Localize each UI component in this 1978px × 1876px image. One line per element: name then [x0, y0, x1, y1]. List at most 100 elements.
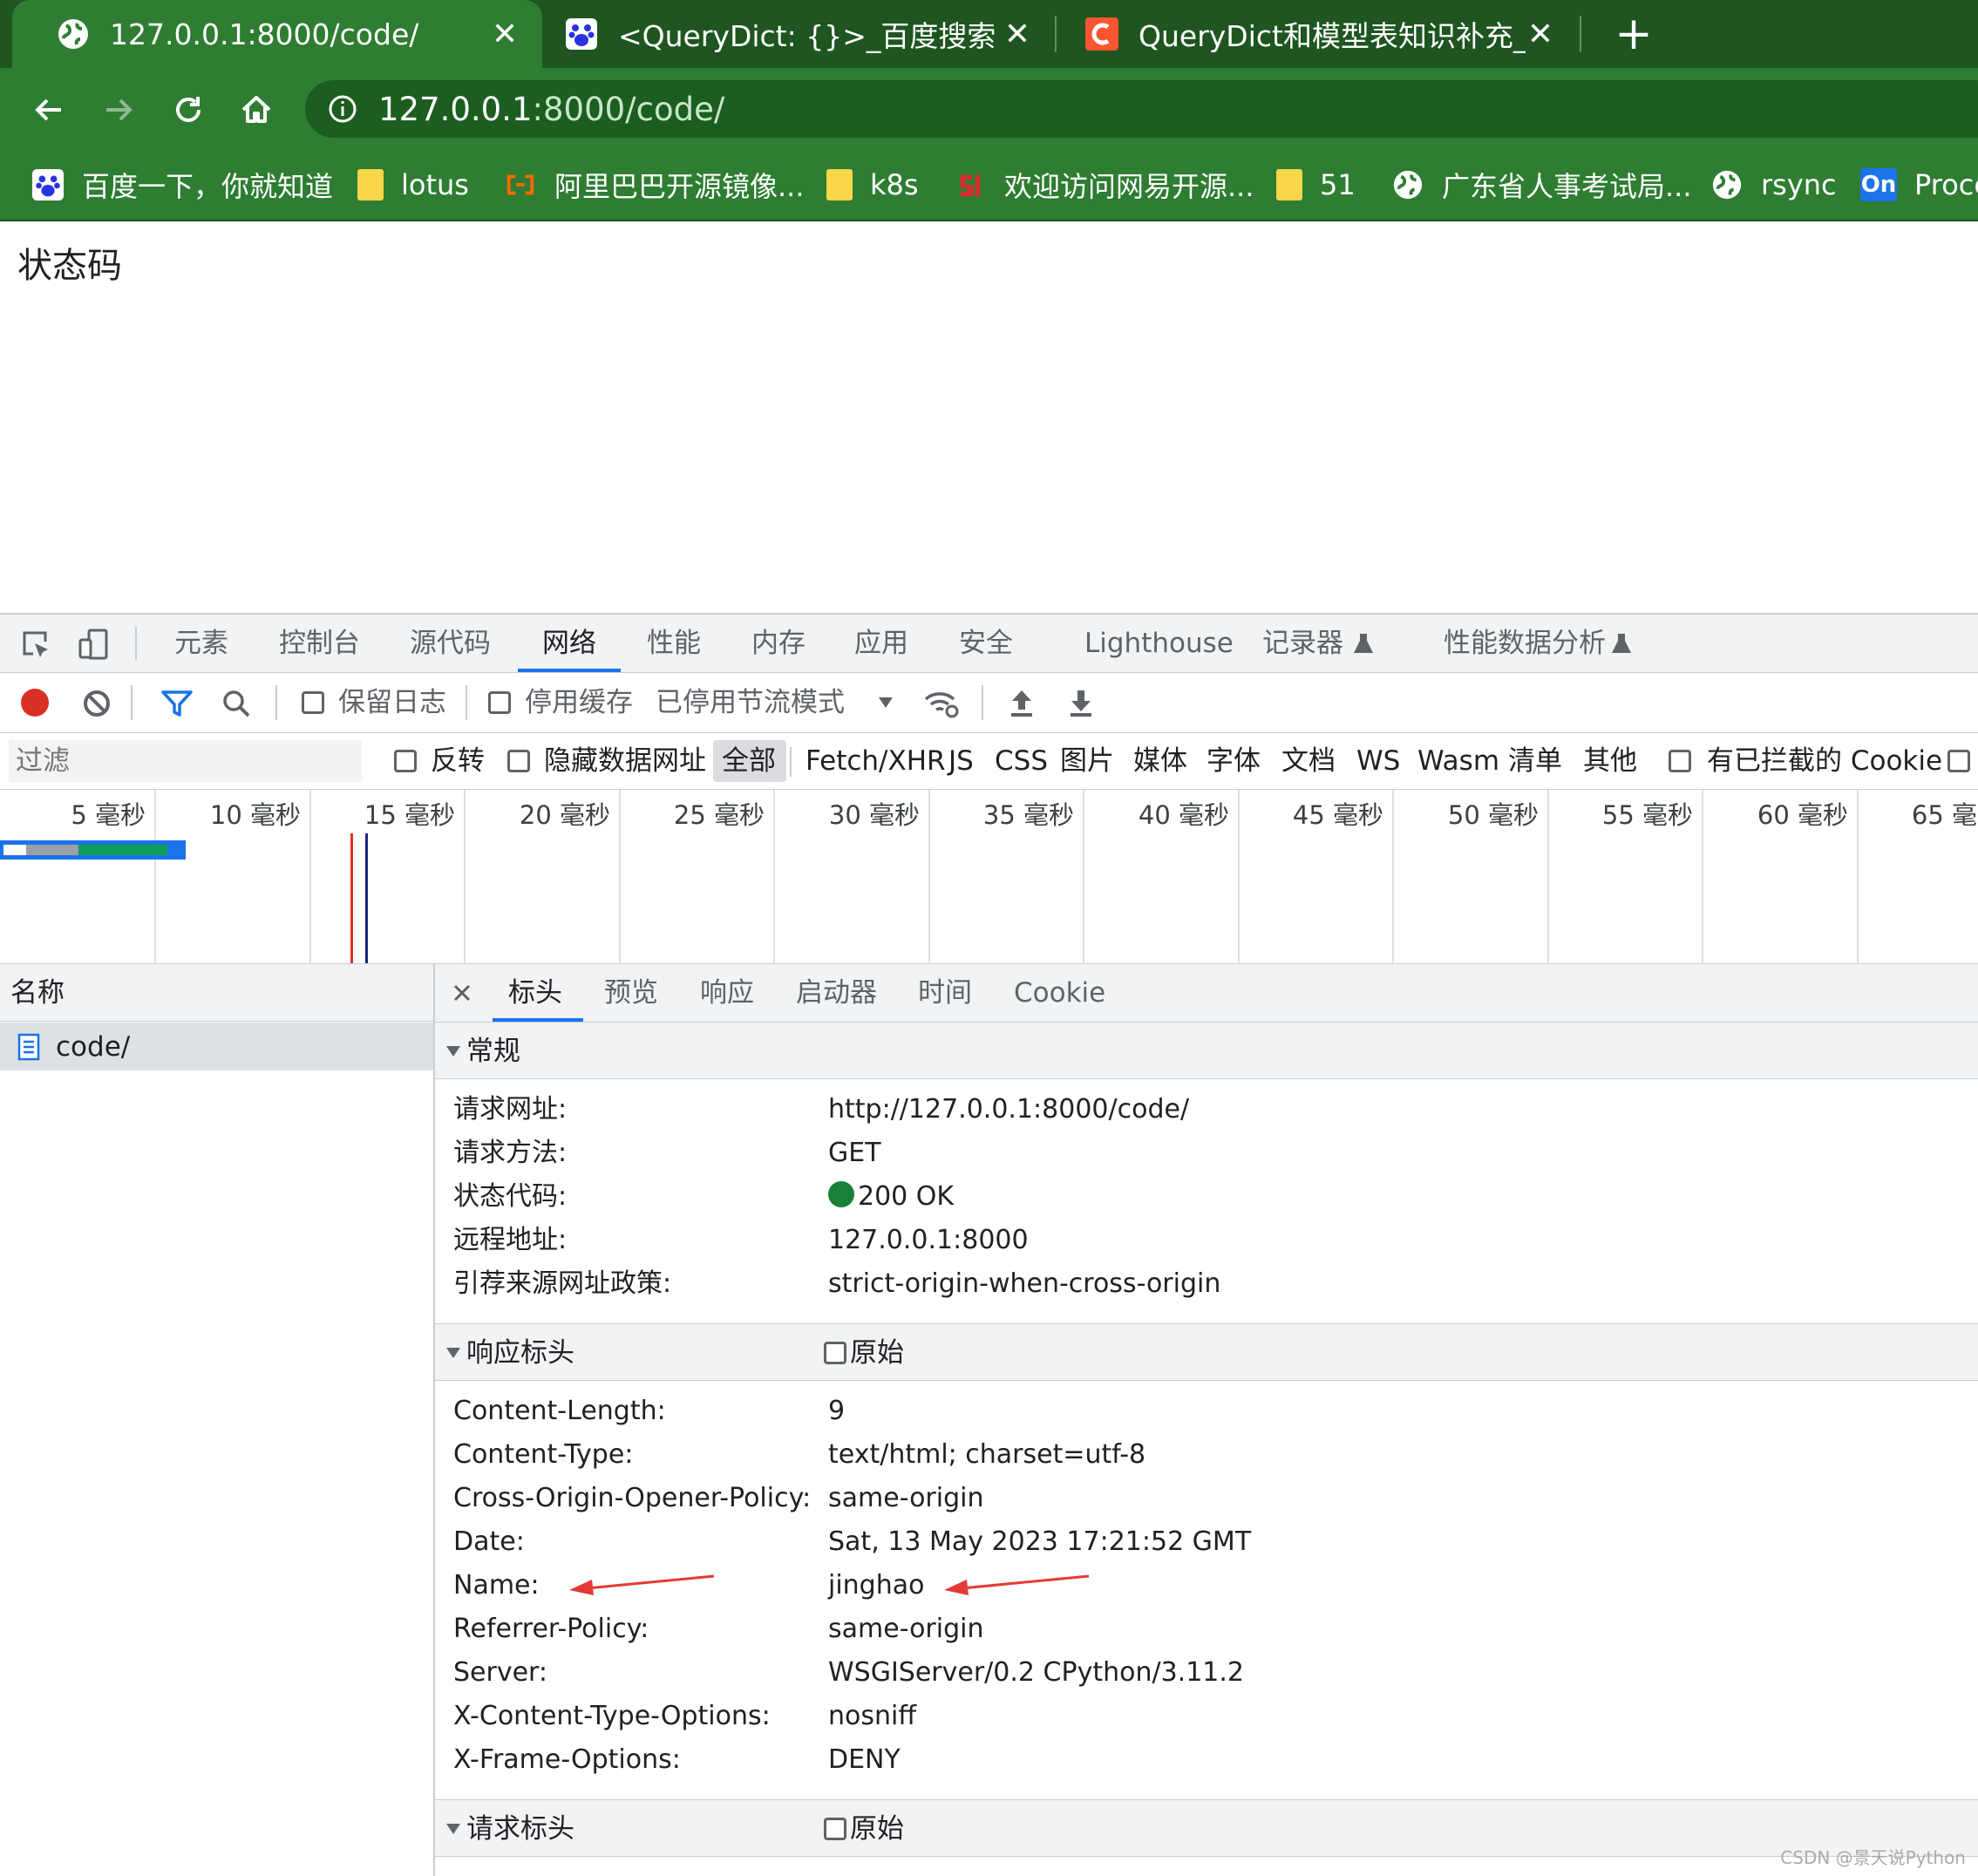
- tab-code[interactable]: 127.0.0.1:8000/code/ ✕: [12, 0, 542, 68]
- throttling-select[interactable]: 已停用节流模式: [656, 673, 845, 732]
- bookmarks-bar: 百度一下，你就知道 lotus 阿里巴巴开源镜像... k8s 欢迎访问网易开源…: [0, 150, 1978, 221]
- tab-csdn[interactable]: QueryDict和模型表知识补充_we ✕: [1057, 0, 1578, 68]
- filter-manifest[interactable]: 清单: [1508, 733, 1562, 789]
- tab-cookies[interactable]: Cookie: [1014, 964, 1105, 1022]
- general-row: 请求网址: http://127.0.0.1:8000/code/: [435, 1088, 1978, 1132]
- bookmark-lotus[interactable]: lotus: [357, 150, 469, 220]
- close-icon[interactable]: ✕: [1003, 17, 1032, 52]
- address-bar[interactable]: 127.0.0.1:8000/code/: [305, 80, 1978, 138]
- general-row: 引荐来源网址政策: strict-origin-when-cross-origin: [435, 1262, 1978, 1306]
- tab-headers[interactable]: 标头: [508, 964, 562, 1022]
- filter-doc[interactable]: 文档: [1281, 733, 1336, 789]
- divider: [275, 685, 277, 720]
- tab-separator: [1580, 16, 1581, 52]
- name-column-header[interactable]: 名称: [0, 964, 433, 1022]
- tab-baidu-search[interactable]: <QueryDict: {}>_百度搜索 ✕: [542, 0, 1055, 68]
- filter-js[interactable]: JS: [948, 733, 974, 789]
- raw-toggle[interactable]: 原始: [824, 1800, 904, 1858]
- bookmark-rsync[interactable]: rsync: [1710, 150, 1837, 220]
- filter-funnel-icon[interactable]: [160, 689, 194, 718]
- blocked-requests-checkbox[interactable]: [1947, 750, 1970, 772]
- response-headers-section-header[interactable]: 响应标头 原始: [435, 1323, 1978, 1381]
- tab-performance[interactable]: 性能: [647, 615, 701, 672]
- timeline-tick-label: 35 毫秒: [982, 800, 1074, 830]
- bookmark-guangdong-exam[interactable]: 广东省人事考试局...: [1391, 150, 1692, 220]
- filter-css[interactable]: CSS: [995, 733, 1048, 789]
- response-header-row: Date: Sat, 13 May 2023 17:21:52 GMT: [435, 1520, 1978, 1564]
- tab-preview[interactable]: 预览: [604, 964, 658, 1022]
- filter-fetch-xhr[interactable]: Fetch/XHR: [805, 733, 946, 789]
- tab-network[interactable]: 网络: [542, 615, 596, 672]
- tab-initiator[interactable]: 启动器: [796, 964, 877, 1022]
- clear-icon[interactable]: [82, 689, 112, 718]
- tab-lighthouse[interactable]: Lighthouse: [1084, 615, 1234, 672]
- invert-label: 反转: [431, 745, 485, 777]
- tab-console[interactable]: 控制台: [279, 615, 360, 672]
- netease-icon: [960, 174, 981, 197]
- invert-checkbox[interactable]: [394, 750, 417, 772]
- dom-content-loaded-marker: [365, 833, 368, 963]
- search-icon[interactable]: [221, 689, 251, 718]
- record-icon[interactable]: [21, 689, 49, 717]
- network-overview-timeline[interactable]: 5 毫秒 10 毫秒 15 毫秒 20 毫秒 25 毫秒 30 毫秒 35 毫秒 40 毫秒 4…: [0, 790, 1978, 965]
- filter-font[interactable]: 字体: [1207, 733, 1261, 789]
- header-value: 9: [828, 1396, 846, 1426]
- filter-input[interactable]: [9, 740, 362, 782]
- network-conditions-icon[interactable]: [922, 687, 961, 720]
- status-value: 200 OK: [828, 1175, 954, 1219]
- blocked-cookies-checkbox[interactable]: [1669, 750, 1691, 772]
- timeline-gridline: [1702, 790, 1703, 963]
- tab-elements[interactable]: 元素: [174, 615, 228, 672]
- bookmark-label: 百度一下，你就知道: [82, 170, 334, 203]
- bookmark-baidu[interactable]: 百度一下，你就知道: [31, 150, 333, 220]
- close-icon[interactable]: ✕: [1526, 17, 1555, 52]
- hide-data-urls-checkbox[interactable]: [507, 750, 530, 772]
- back-button[interactable]: [24, 85, 73, 134]
- preserve-log-checkbox[interactable]: [302, 691, 324, 714]
- tab-performance-insights[interactable]: 性能数据分析: [1444, 615, 1606, 672]
- tab-application[interactable]: 应用: [854, 615, 908, 672]
- request-list-panel: 名称 code/: [0, 964, 435, 1876]
- bookmark-netease[interactable]: 欢迎访问网易开源...: [954, 150, 1254, 220]
- filter-wasm[interactable]: Wasm: [1417, 733, 1499, 789]
- new-tab-button[interactable]: +: [1609, 5, 1658, 63]
- forward-button[interactable]: [94, 85, 143, 134]
- export-har-icon[interactable]: [1067, 687, 1095, 718]
- bookmark-proce[interactable]: On Proce: [1860, 150, 1978, 220]
- timeline-gridline: [619, 790, 621, 963]
- request-headers-section-header[interactable]: 请求标头 原始: [435, 1799, 1978, 1857]
- info-icon[interactable]: [328, 94, 357, 124]
- request-row[interactable]: code/: [0, 1023, 433, 1071]
- close-icon[interactable]: ✕: [490, 17, 520, 52]
- filter-other[interactable]: 其他: [1583, 733, 1637, 789]
- tab-response[interactable]: 响应: [700, 964, 754, 1022]
- dropdown-arrow-icon[interactable]: [877, 696, 894, 710]
- filter-img[interactable]: 图片: [1060, 733, 1114, 789]
- tab-timing[interactable]: 时间: [918, 964, 972, 1022]
- general-section-header[interactable]: 常规: [435, 1022, 1978, 1079]
- close-icon[interactable]: [452, 983, 472, 1003]
- tab-memory[interactable]: 内存: [751, 615, 805, 672]
- inspect-element-icon[interactable]: [19, 628, 52, 661]
- home-button[interactable]: [232, 85, 281, 134]
- raw-label: 原始: [850, 1337, 904, 1369]
- baidu-paw-icon: [31, 168, 65, 201]
- raw-checkbox[interactable]: [824, 1818, 846, 1840]
- folder-icon: [1276, 169, 1302, 201]
- import-har-icon[interactable]: [1008, 687, 1036, 718]
- filter-ws[interactable]: WS: [1356, 733, 1400, 789]
- disable-cache-checkbox[interactable]: [488, 691, 511, 714]
- bookmark-51[interactable]: 51: [1276, 150, 1356, 220]
- bookmark-k8s[interactable]: k8s: [826, 150, 919, 220]
- reload-button[interactable]: [164, 85, 213, 134]
- tab-security[interactable]: 安全: [959, 615, 1013, 672]
- filter-media[interactable]: 媒体: [1133, 733, 1187, 789]
- raw-checkbox[interactable]: [824, 1342, 846, 1364]
- raw-toggle[interactable]: 原始: [824, 1324, 904, 1382]
- device-toolbar-icon[interactable]: [77, 628, 110, 661]
- tab-recorder[interactable]: 记录器: [1262, 615, 1343, 672]
- filter-all[interactable]: 全部: [722, 733, 776, 789]
- tab-sources[interactable]: 源代码: [410, 615, 491, 672]
- page-heading: 状态码: [17, 246, 122, 286]
- bookmark-alibaba[interactable]: 阿里巴巴开源镜像...: [504, 150, 805, 220]
